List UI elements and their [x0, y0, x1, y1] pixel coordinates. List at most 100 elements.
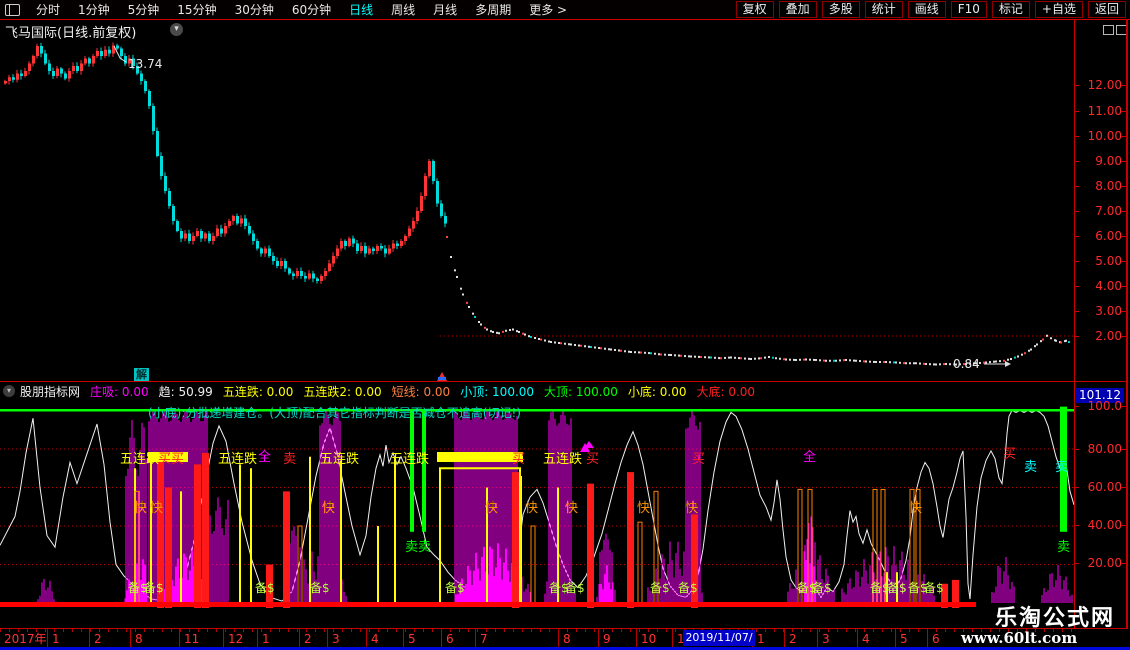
tool-menu: 复权叠加多股统计画线 F10 标记 +自选返回	[731, 1, 1130, 18]
time-ticks	[0, 629, 1074, 632]
chevron-down-icon[interactable]: ▾	[170, 23, 183, 36]
toolbar-button-标记[interactable]: 标记	[992, 1, 1030, 18]
indicator-label-40.00: 40.00	[1082, 519, 1122, 531]
toolbar-button-多股[interactable]: 多股	[822, 1, 860, 18]
time-label: 1	[757, 632, 765, 646]
time-label: 8	[563, 632, 571, 646]
svg-text:五连跌: 五连跌	[120, 451, 159, 467]
price-label-9.00: 9.00	[1082, 155, 1122, 167]
svg-text:备$: 备$	[650, 581, 670, 595]
toolbar-button-叠加[interactable]: 叠加	[779, 1, 817, 18]
price-label-10.00: 10.00	[1082, 130, 1122, 142]
svg-text:备$: 备$	[445, 581, 465, 595]
svg-text:备$: 备$	[310, 581, 330, 595]
layout-toggle-icon[interactable]	[5, 4, 20, 16]
svg-text:备$: 备$	[144, 581, 164, 595]
svg-text:备$: 备$	[797, 581, 817, 595]
menu-bar: 分时1分钟5分钟15分钟30分钟60分钟日线周线月线多周期更多 > 复权叠加多股…	[0, 0, 1130, 20]
price-label-2.00: 2.00	[1082, 330, 1122, 342]
time-label: 2	[789, 632, 797, 646]
indicator-label-60.00: 60.00	[1082, 481, 1122, 493]
svg-text:全: 全	[803, 449, 816, 465]
menu-item-周线[interactable]: 周线	[382, 1, 424, 19]
toolbar-button-F10[interactable]: F10	[951, 1, 987, 18]
watermark-url: www.60lt.com	[961, 629, 1077, 647]
time-label: 2	[304, 632, 312, 646]
time-label: 5	[900, 632, 908, 646]
window-restore-icon[interactable]	[1103, 25, 1114, 35]
menu-item-月线[interactable]: 月线	[424, 1, 466, 19]
chart-title: 飞马国际(日线.前复权)	[5, 22, 136, 41]
toolbar-button-+自选[interactable]: +自选	[1035, 1, 1083, 18]
price-label-12.00: 12.00	[1082, 79, 1122, 91]
watermark-site-name: 乐淘公式网	[995, 600, 1115, 632]
svg-text:卖: 卖	[283, 452, 296, 467]
indicator-field-短线: 短线: 0.00	[392, 385, 451, 399]
svg-text:备$: 备$	[924, 581, 944, 595]
menu-item-日线[interactable]: 日线	[340, 1, 382, 19]
svg-text:备$: 备$	[887, 581, 907, 595]
panel-divider-line[interactable]	[0, 381, 1127, 382]
indicator-values: 庄吸: 0.00趋: 50.99五连跌: 0.00五连跌2: 0.00短线: 0…	[90, 383, 765, 399]
svg-text:买: 买	[1003, 447, 1016, 462]
toolbar-button-复权[interactable]: 复权	[736, 1, 774, 18]
svg-text:全: 全	[258, 449, 271, 465]
indicator-label-20.00: 20.00	[1082, 557, 1122, 569]
svg-text:卖: 卖	[1057, 540, 1070, 555]
indicator-field-大顶: 大顶: 100.00	[544, 385, 618, 399]
menu-item-15分钟[interactable]: 15分钟	[168, 1, 225, 19]
svg-text:快: 快	[685, 501, 698, 516]
svg-text:备$: 备$	[678, 581, 698, 595]
menu-item-60分钟[interactable]: 60分钟	[283, 1, 340, 19]
jie-badge[interactable]: 解	[134, 368, 149, 381]
time-label: 9	[603, 632, 611, 646]
svg-text:五连跌: 五连跌	[218, 451, 257, 467]
marker-triangle-icon[interactable]	[437, 372, 447, 381]
menu-item-更多 >[interactable]: 更多 >	[520, 1, 576, 19]
price-label-11.00: 11.00	[1082, 105, 1122, 117]
menu-item-5分钟[interactable]: 5分钟	[119, 1, 169, 19]
indicator-field-五连跌2: 五连跌2: 0.00	[303, 385, 381, 399]
indicator-field-小顶: 小顶: 100.00	[460, 385, 534, 399]
time-label: 3	[332, 632, 340, 646]
time-label: 11	[184, 632, 199, 646]
indicator-field-小底: 小底: 0.00	[628, 385, 687, 399]
svg-text:卖卖: 卖卖	[405, 540, 431, 555]
time-label: 2	[94, 632, 102, 646]
svg-text:0.84: 0.84	[953, 357, 980, 371]
date-box: 2019/11/07/四	[683, 630, 755, 646]
svg-text:备$: 备$	[908, 581, 928, 595]
svg-text:买: 买	[512, 452, 525, 467]
svg-text:快: 快	[637, 501, 650, 516]
indicator-header: ▾ 股朋指标网 庄吸: 0.00趋: 50.99五连跌: 0.00五连跌2: 0…	[0, 383, 1074, 399]
svg-text:备$: 备$	[255, 581, 275, 595]
price-label-4.00: 4.00	[1082, 280, 1122, 292]
time-label: 5	[408, 632, 416, 646]
price-label-7.00: 7.00	[1082, 205, 1122, 217]
svg-text:买: 买	[586, 452, 599, 467]
menu-item-多周期[interactable]: 多周期	[466, 1, 520, 19]
menu-item-1分钟[interactable]: 1分钟	[69, 1, 119, 19]
svg-text:五连跌: 五连跌	[320, 451, 359, 467]
menu-item-30分钟[interactable]: 30分钟	[226, 1, 283, 19]
time-label: 8	[135, 632, 143, 646]
indicator-field-庄吸: 庄吸: 0.00	[90, 385, 149, 399]
toolbar-button-统计[interactable]: 统计	[865, 1, 903, 18]
svg-text:备$: 备$	[549, 581, 569, 595]
time-label: 2017年	[4, 632, 47, 646]
svg-text:快: 快	[134, 501, 147, 516]
price-axis-line	[1074, 19, 1075, 648]
indicator-field-大底: 大底: 0.00	[696, 385, 755, 399]
chart-canvas[interactable]: 13.740.84(小底):分批递增建仓。(大顶)配合其它指标判断是否减仓不追高…	[0, 0, 1130, 650]
toolbar-button-画线[interactable]: 画线	[908, 1, 946, 18]
svg-text:13.74: 13.74	[128, 57, 162, 71]
time-label: 4	[862, 632, 870, 646]
svg-text:五连跌: 五连跌	[390, 451, 429, 467]
menu-item-分时[interactable]: 分时	[27, 1, 69, 19]
indicator-menu-icon[interactable]: ▾	[3, 385, 15, 397]
svg-text:备$: 备$	[565, 581, 585, 595]
toolbar-button-返回[interactable]: 返回	[1088, 1, 1126, 18]
svg-text:快: 快	[909, 501, 922, 516]
price-label-3.00: 3.00	[1082, 305, 1122, 317]
time-label: 7	[480, 632, 488, 646]
